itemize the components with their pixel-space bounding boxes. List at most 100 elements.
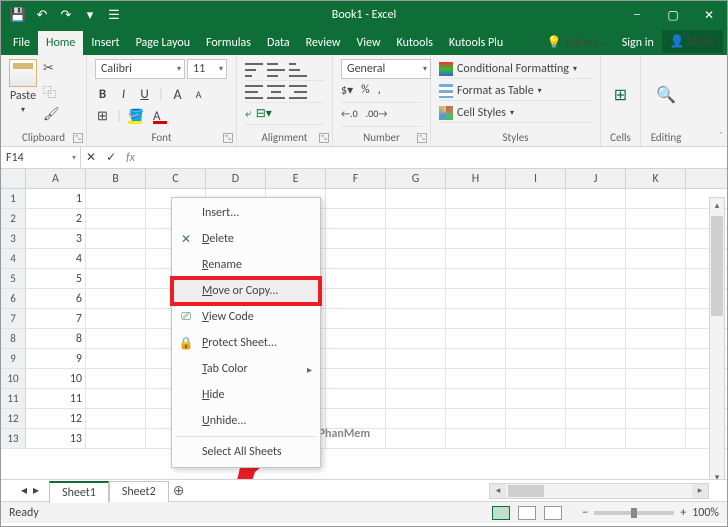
table-row[interactable]: 66 xyxy=(1,289,727,309)
cell[interactable] xyxy=(626,189,686,208)
menu-view-code[interactable]: ⎚View Code xyxy=(172,304,320,330)
menu-rename[interactable]: Rename xyxy=(172,252,320,278)
row-header[interactable]: 11 xyxy=(1,389,26,408)
cell[interactable] xyxy=(566,269,626,288)
enter-formula-icon[interactable]: ✓ xyxy=(106,150,116,165)
zoom-level[interactable]: 100% xyxy=(692,506,719,520)
cell[interactable] xyxy=(566,329,626,348)
cell[interactable] xyxy=(86,269,146,288)
borders-icon[interactable]: ⊞ xyxy=(95,109,110,124)
row-header[interactable]: 1 xyxy=(1,189,26,208)
comma-button[interactable]: , xyxy=(378,83,381,102)
editing-menu-icon[interactable]: 🔍 xyxy=(656,85,676,105)
cell[interactable] xyxy=(566,209,626,228)
row-header[interactable]: 10 xyxy=(1,369,26,388)
cell[interactable]: 7 xyxy=(26,309,86,328)
page-layout-view-icon[interactable] xyxy=(518,506,536,520)
cell[interactable] xyxy=(386,189,446,208)
sign-in-link[interactable]: Sign in xyxy=(614,31,662,55)
bold-button[interactable]: B xyxy=(95,87,110,102)
tab-view[interactable]: View xyxy=(348,31,388,55)
cell[interactable] xyxy=(446,229,506,248)
menu-tab-color[interactable]: Tab Color▸ xyxy=(172,356,320,382)
cell[interactable] xyxy=(386,349,446,368)
align-right-icon[interactable] xyxy=(289,85,307,99)
row-header[interactable]: 3 xyxy=(1,229,26,248)
menu-hide[interactable]: Hide xyxy=(172,382,320,408)
cell[interactable] xyxy=(626,249,686,268)
col-header[interactable]: D xyxy=(206,169,266,188)
cell[interactable] xyxy=(506,249,566,268)
tab-review[interactable]: Review xyxy=(298,31,349,55)
cell[interactable] xyxy=(86,329,146,348)
row-header[interactable]: 4 xyxy=(1,249,26,268)
cell[interactable] xyxy=(446,369,506,388)
table-row[interactable]: 44 xyxy=(1,249,727,269)
cell[interactable] xyxy=(386,329,446,348)
tab-kutools[interactable]: Kutools xyxy=(389,31,441,55)
table-row[interactable]: 55 xyxy=(1,269,727,289)
clipboard-launcher-icon[interactable]: ⤡ xyxy=(73,133,83,143)
tab-kutools-plus[interactable]: Kutools Plu xyxy=(441,31,511,55)
cell[interactable] xyxy=(626,329,686,348)
hscroll-thumb[interactable] xyxy=(508,485,544,497)
cell[interactable] xyxy=(326,349,386,368)
cell[interactable] xyxy=(386,309,446,328)
cell[interactable]: 12 xyxy=(26,409,86,428)
cell[interactable] xyxy=(506,329,566,348)
cell[interactable] xyxy=(626,309,686,328)
cell[interactable] xyxy=(446,349,506,368)
cell[interactable] xyxy=(386,409,446,428)
scroll-thumb[interactable] xyxy=(711,216,723,316)
cell[interactable] xyxy=(446,269,506,288)
format-painter-icon[interactable]: 🖌 xyxy=(43,107,60,122)
increase-decimal-button[interactable]: ←.0 xyxy=(341,107,358,126)
table-row[interactable]: 22 xyxy=(1,209,727,229)
table-row[interactable]: 33 xyxy=(1,229,727,249)
cell[interactable] xyxy=(86,309,146,328)
table-row[interactable]: 77 xyxy=(1,309,727,329)
cell[interactable] xyxy=(626,429,686,448)
row-header[interactable]: 8 xyxy=(1,329,26,348)
name-box[interactable]: F14▾ xyxy=(1,147,81,168)
cell[interactable] xyxy=(326,289,386,308)
cell[interactable] xyxy=(626,369,686,388)
cell[interactable] xyxy=(626,289,686,308)
cell[interactable] xyxy=(326,189,386,208)
cell[interactable] xyxy=(326,309,386,328)
cell[interactable] xyxy=(326,389,386,408)
menu-protect-sheet[interactable]: 🔒Protect Sheet... xyxy=(172,330,320,356)
tell-me-search[interactable]: 💡 Tell me... xyxy=(541,30,614,55)
cell[interactable] xyxy=(326,229,386,248)
undo-icon[interactable]: ↶ xyxy=(31,4,53,26)
menu-move-or-copy[interactable]: Move or Copy... xyxy=(172,278,320,304)
col-header[interactable]: I xyxy=(506,169,566,188)
cell[interactable] xyxy=(386,229,446,248)
normal-view-icon[interactable] xyxy=(492,506,510,520)
align-top-icon[interactable] xyxy=(245,63,263,77)
cell[interactable] xyxy=(86,289,146,308)
col-header[interactable]: E xyxy=(266,169,326,188)
cell[interactable] xyxy=(446,309,506,328)
cell[interactable] xyxy=(566,249,626,268)
cell[interactable] xyxy=(506,229,566,248)
col-header[interactable]: J xyxy=(566,169,626,188)
cell[interactable]: 3 xyxy=(26,229,86,248)
cell[interactable] xyxy=(326,269,386,288)
col-header[interactable]: A xyxy=(26,169,86,188)
restore-button[interactable]: ▢ xyxy=(655,1,691,29)
cell[interactable] xyxy=(626,409,686,428)
cell[interactable] xyxy=(506,389,566,408)
sheet-tab-2[interactable]: Sheet2 xyxy=(109,481,169,502)
decrease-decimal-button[interactable]: .00→ xyxy=(366,107,388,126)
select-all-corner[interactable] xyxy=(1,169,26,188)
cell[interactable] xyxy=(446,289,506,308)
table-row[interactable]: 1010 xyxy=(1,369,727,389)
cell[interactable] xyxy=(506,409,566,428)
align-bottom-icon[interactable] xyxy=(289,63,307,77)
col-header[interactable]: H xyxy=(446,169,506,188)
formula-input[interactable] xyxy=(145,151,722,165)
menu-delete[interactable]: ✕Delete xyxy=(172,226,320,252)
cell[interactable] xyxy=(566,369,626,388)
table-row[interactable]: 11 xyxy=(1,189,727,209)
